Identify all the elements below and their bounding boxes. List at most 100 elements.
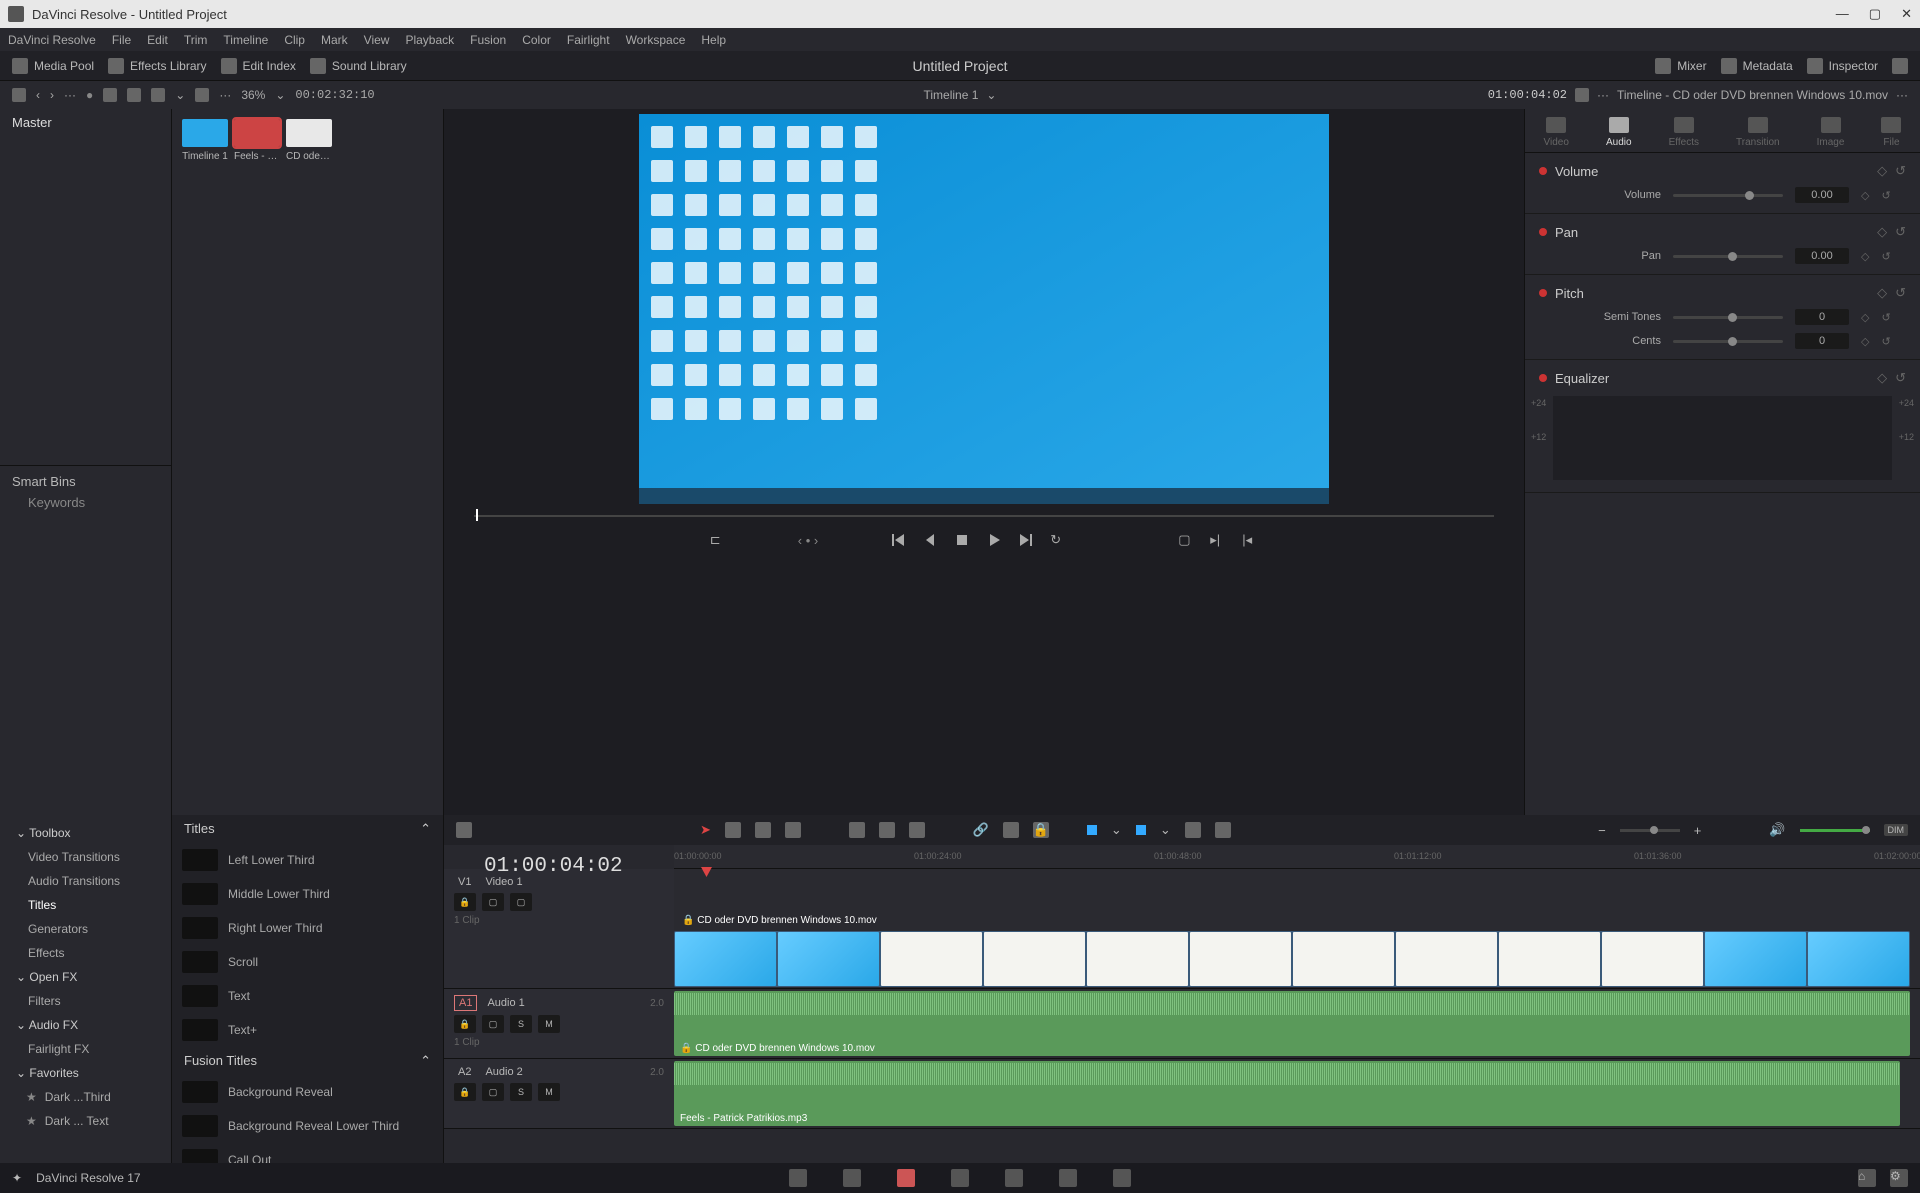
settings-icon[interactable]: ⚙ — [1890, 1169, 1908, 1187]
sound-library-toggle[interactable]: Sound Library — [310, 58, 407, 74]
solo-button[interactable]: S — [510, 1083, 532, 1101]
title-preset[interactable]: Left Lower Third — [172, 843, 443, 877]
inspector-tab-audio[interactable]: Audio — [1606, 117, 1632, 148]
insert-icon[interactable] — [785, 822, 801, 838]
timeline-timecode[interactable]: 01:00:04:02 — [484, 855, 623, 878]
zoom-fit-icon[interactable] — [1215, 822, 1231, 838]
title-preset[interactable]: Scroll — [172, 945, 443, 979]
timeline-panel[interactable]: ➤ 🔗 🔒 ⌄ ⌄ − + 🔊 DIM — [444, 815, 1920, 1163]
razor-tool-icon[interactable] — [755, 822, 771, 838]
flag-icon[interactable] — [1003, 822, 1019, 838]
fusion-titles-section-header[interactable]: Fusion Titles⌃ — [172, 1047, 443, 1075]
param-slider[interactable] — [1673, 316, 1783, 319]
search-icon[interactable] — [151, 88, 165, 102]
zoom-out[interactable]: − — [1598, 823, 1606, 838]
track-header[interactable]: A1Audio 12.0🔒▢SM1 Clip — [444, 989, 674, 1058]
enable-dot[interactable] — [1539, 167, 1547, 175]
track-lane[interactable]: 🔒 CD oder DVD brennen Windows 10.mov — [674, 869, 1920, 988]
list-view-icon[interactable] — [127, 88, 141, 102]
menu-fusion[interactable]: Fusion — [470, 33, 506, 47]
media-page-icon[interactable] — [789, 1169, 807, 1187]
deliver-page-icon[interactable] — [1113, 1169, 1131, 1187]
reset-icon[interactable]: ↺ — [1895, 285, 1906, 301]
enable-dot[interactable] — [1539, 374, 1547, 382]
menu-file[interactable]: File — [112, 33, 131, 47]
track-lock-icon[interactable]: 🔒 — [454, 893, 476, 911]
track-id[interactable]: A2 — [454, 1065, 475, 1079]
title-preset[interactable]: Background Reveal — [172, 1075, 443, 1109]
bin-view-icon[interactable] — [12, 88, 26, 102]
param-slider[interactable] — [1673, 255, 1783, 258]
append-icon[interactable] — [849, 822, 865, 838]
category-audio-transitions[interactable]: Audio Transitions — [0, 869, 171, 893]
param-slider[interactable] — [1673, 194, 1783, 197]
title-preset[interactable]: Background Reveal Lower Third — [172, 1109, 443, 1143]
link-icon[interactable]: 🔗 — [973, 822, 989, 838]
loop-icon[interactable]: ↻ — [1050, 532, 1066, 548]
viewer-scrubber[interactable] — [444, 509, 1524, 525]
track-lane[interactable]: 🔒 CD oder DVD brennen Windows 10.mov — [674, 989, 1920, 1058]
viewer-zoom[interactable]: 36% — [241, 88, 265, 102]
home-icon[interactable]: ⌂ — [1858, 1169, 1876, 1187]
prev-edit-icon[interactable]: |◂ — [1242, 532, 1258, 548]
keyframe-icon[interactable]: ◇ — [1877, 285, 1887, 301]
ripple-icon[interactable] — [879, 822, 895, 838]
param-value[interactable]: 0 — [1795, 309, 1849, 325]
timeline-viewer[interactable] — [444, 109, 1524, 509]
menu-fairlight[interactable]: Fairlight — [567, 33, 610, 47]
reset-icon[interactable]: ↺ — [1895, 163, 1906, 179]
master-bin[interactable]: Master — [0, 109, 171, 136]
nav-prev[interactable]: ‹ — [36, 88, 40, 102]
keyframe-icon[interactable]: ◇ — [1877, 163, 1887, 179]
titles-section-header[interactable]: Titles⌃ — [172, 815, 443, 843]
keyframe-icon[interactable]: ◇ — [1861, 335, 1869, 348]
category-open-fx[interactable]: ⌄ Open FX — [0, 965, 171, 989]
video-clip[interactable] — [674, 931, 1910, 987]
replace-icon[interactable] — [909, 822, 925, 838]
category-titles[interactable]: Titles — [0, 893, 171, 917]
param-value[interactable]: 0.00 — [1795, 248, 1849, 264]
inspector-tab-file[interactable]: File — [1881, 117, 1901, 148]
track-id[interactable]: A1 — [454, 995, 477, 1011]
zoom-in[interactable]: + — [1694, 823, 1702, 838]
lock-icon[interactable]: 🔒 — [1033, 822, 1049, 838]
sort-icon[interactable] — [195, 88, 209, 102]
timeline-selector[interactable]: Timeline 1 — [924, 88, 979, 102]
metadata-toggle[interactable]: Metadata — [1721, 58, 1793, 74]
title-preset[interactable]: Call Out — [172, 1143, 443, 1163]
category-fairlight-fx[interactable]: Fairlight FX — [0, 1037, 171, 1061]
snap-icon[interactable] — [1185, 822, 1201, 838]
category-toolbox[interactable]: ⌄ Toolbox — [0, 821, 171, 845]
trim-tool-icon[interactable] — [725, 822, 741, 838]
favorite-item[interactable]: Dark ...Third — [0, 1085, 171, 1109]
track-header[interactable]: V1Video 1🔒▢▢1 Clip — [444, 869, 674, 988]
menu-davinci-resolve[interactable]: DaVinci Resolve — [8, 33, 96, 47]
reset-icon[interactable]: ↺ — [1895, 370, 1906, 386]
inspector-tab-video[interactable]: Video — [1544, 117, 1569, 148]
reset-icon[interactable]: ↺ — [1895, 224, 1906, 240]
param-value[interactable]: 0 — [1795, 333, 1849, 349]
next-edit-icon[interactable]: ▸| — [1210, 532, 1226, 548]
timeline-ruler[interactable]: 01:00:00:0001:00:24:0001:00:48:0001:01:1… — [674, 845, 1920, 869]
options-icon[interactable] — [1892, 58, 1908, 74]
stop-icon[interactable] — [954, 532, 970, 548]
title-preset[interactable]: Text — [172, 979, 443, 1013]
track-id[interactable]: V1 — [454, 875, 475, 889]
track-header[interactable]: A2Audio 22.0🔒▢SM — [444, 1059, 674, 1128]
mark-in-out-icon[interactable]: ⊏ — [710, 532, 726, 548]
dim-button[interactable]: DIM — [1884, 824, 1909, 836]
category-generators[interactable]: Generators — [0, 917, 171, 941]
reset-icon[interactable]: ↺ — [1881, 311, 1890, 324]
timeline-view-icon[interactable] — [456, 822, 472, 838]
menu-timeline[interactable]: Timeline — [223, 33, 268, 47]
keyframe-icon[interactable]: ◇ — [1861, 311, 1869, 324]
menu-clip[interactable]: Clip — [284, 33, 305, 47]
enable-dot[interactable] — [1539, 289, 1547, 297]
menu-view[interactable]: View — [364, 33, 390, 47]
param-value[interactable]: 0.00 — [1795, 187, 1849, 203]
keywords-bin[interactable]: Keywords — [12, 489, 159, 510]
media-thumb[interactable]: Feels - Patr... — [234, 119, 280, 162]
category-filters[interactable]: Filters — [0, 989, 171, 1013]
edit-index-toggle[interactable]: Edit Index — [221, 58, 296, 74]
menu-playback[interactable]: Playback — [405, 33, 454, 47]
